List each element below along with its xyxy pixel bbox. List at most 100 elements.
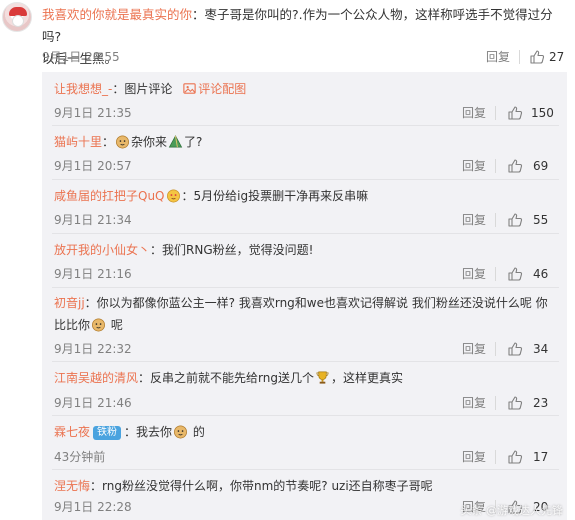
fan-badge: 铁粉 xyxy=(93,426,122,440)
like-count: 34 xyxy=(533,342,549,356)
thumbs-up-icon[interactable] xyxy=(507,266,523,282)
sub-comment: 猫屿十里： 杂你来 了? 9月1日 20:57 回复 69 xyxy=(42,126,567,176)
sub-comment-text: 咸鱼届的扛把子QuQ ：5月份给ig投票删干净再来反串嘛 xyxy=(54,186,368,206)
sub-comment-time: 9月1日 21:16 xyxy=(54,267,132,281)
sub-comment-text: 江南吴越的清风：反串之前就不能先给rng送几个 ，这样更真实 xyxy=(54,368,403,388)
sub-comment-username[interactable]: 江南吴越的清风 xyxy=(54,371,138,385)
divider xyxy=(495,396,496,410)
trophy-emoji-icon xyxy=(316,371,329,384)
main-like-count: 27 xyxy=(549,50,565,64)
sub-comment-body: ：你以为都像你蓝公主一样? 我喜欢rng和we也喜欢记得解说 我们粉丝还没说什么… xyxy=(84,296,548,310)
sub-comment-text: 霖七夜 铁粉 ：我去你 的 xyxy=(54,422,205,442)
sub-comment-username[interactable]: 咸鱼届的扛把子QuQ xyxy=(54,189,165,203)
thumbs-up-icon[interactable] xyxy=(507,158,523,174)
sub-comment-time: 9月1日 21:34 xyxy=(54,213,132,227)
thumbs-up-icon[interactable] xyxy=(507,105,523,121)
image-comment-link[interactable]: 评论配图 xyxy=(198,82,246,96)
sub-comment: 咸鱼届的扛把子QuQ ：5月份给ig投票删干净再来反串嘛 9月1日 21:34 回… xyxy=(42,180,567,230)
sub-comment-body-mid: 杂你来 xyxy=(131,135,168,149)
sub-comment-body: ： xyxy=(102,135,115,149)
sub-comment-meta: 9月1日 20:57 回复 69 xyxy=(42,156,567,176)
reply-button[interactable]: 回复 xyxy=(462,210,486,230)
thumbs-up-icon[interactable] xyxy=(507,395,523,411)
thumbs-up-icon[interactable] xyxy=(529,49,545,65)
sub-comment-body-line2: 比比你 xyxy=(54,318,91,332)
like-count: 150 xyxy=(531,106,554,120)
sub-comment-body: ：5月份给ig投票删干净再来反串嘛 xyxy=(181,189,369,203)
sub-comment: 霖七夜 铁粉 ：我去你 的 43分钟前 回复 17 xyxy=(42,416,567,466)
doge-emoji-icon xyxy=(92,318,105,332)
sub-comment: 江南吴越的清风：反串之前就不能先给rng送几个 ，这样更真实 9月1日 21:46… xyxy=(42,362,567,412)
avatar-face xyxy=(12,15,24,27)
sub-comment-time: 9月1日 21:46 xyxy=(54,396,132,410)
reply-button[interactable]: 回复 xyxy=(462,156,486,176)
cute-face-emoji-icon xyxy=(166,189,180,203)
user-avatar[interactable] xyxy=(2,2,32,32)
sub-comment-body-end: 了? xyxy=(184,135,203,149)
sub-comment-username[interactable]: 放开我的小仙女丶 xyxy=(54,243,150,257)
divider xyxy=(495,159,496,173)
divider xyxy=(495,342,496,356)
divider xyxy=(495,450,496,464)
pyramid-emoji-icon xyxy=(168,135,183,148)
sub-comment-text: 涅无悔：rng粉丝没觉得什么啊，你带nm的节奏呢? uzi还自称枣子哥呢 xyxy=(54,476,433,496)
reply-button[interactable]: 回复 xyxy=(462,264,486,284)
main-comment-username[interactable]: 我喜欢的你就是最真实的你 xyxy=(42,7,192,22)
main-comment: 我喜欢的你就是最真实的你：枣子哥是你叫的?.作为一个公众人物，这样称呼选手不觉得… xyxy=(0,0,575,72)
sub-comment: 放开我的小仙女丶：我们RNG粉丝，觉得没问题! 9月1日 21:16 回复 46 xyxy=(42,234,567,284)
sub-comment-time: 9月1日 20:57 xyxy=(54,159,132,173)
like-count: 23 xyxy=(533,396,549,410)
reply-button[interactable]: 回复 xyxy=(462,393,486,413)
sub-comment-meta: 9月1日 21:35 回复 150 xyxy=(42,103,567,123)
main-comment-time: 9月1日 20:55 xyxy=(42,50,120,64)
sub-comment-text: 放开我的小仙女丶：我们RNG粉丝，觉得没问题! xyxy=(54,240,313,260)
thumbs-up-icon[interactable] xyxy=(507,212,523,228)
divider xyxy=(495,267,496,281)
divider xyxy=(495,213,496,227)
sub-comment-meta: 9月1日 21:34 回复 55 xyxy=(42,210,567,230)
sub-comment-time: 9月1日 22:32 xyxy=(54,342,132,356)
sub-comment-username[interactable]: 初音jj xyxy=(54,296,85,310)
sub-comment-body: ：rng粉丝没觉得什么啊，你带nm的节奏呢? uzi还自称枣子哥呢 xyxy=(90,479,433,493)
sub-comment-meta: 43分钟前 回复 17 xyxy=(42,447,567,467)
sub-comment-meta: 9月1日 21:46 回复 23 xyxy=(42,393,567,413)
sub-comment-panel: 让我想想_-：图片评论 评论配图 9月1日 21:35 回复 150 猫屿十里：… xyxy=(42,72,567,520)
sub-comment-body: ：反串之前就不能先给rng送几个 xyxy=(138,371,314,385)
reply-button[interactable]: 回复 xyxy=(462,339,486,359)
sub-comment-meta: 9月1日 21:16 回复 46 xyxy=(42,264,567,284)
doge-emoji-icon xyxy=(174,425,187,439)
sub-comment-username[interactable]: 让我想想_- xyxy=(54,82,112,96)
sub-comment-time: 43分钟前 xyxy=(54,450,106,464)
divider xyxy=(495,106,496,120)
watermark: 头条 @游戏达人先锋 xyxy=(460,504,564,517)
sub-comment-meta: 9月1日 22:32 回复 34 xyxy=(42,339,567,359)
sub-comment-body-end: ，这样更真实 xyxy=(330,371,403,385)
sub-comment-body: ：图片评论 xyxy=(112,82,173,96)
sub-comment-body-end: 的 xyxy=(192,425,205,439)
picture-icon xyxy=(183,83,196,94)
sub-comment-time: 9月1日 21:35 xyxy=(54,106,132,120)
sub-comment-text: 让我想想_-：图片评论 评论配图 xyxy=(54,79,246,99)
thumbs-up-icon[interactable] xyxy=(507,341,523,357)
reply-button[interactable]: 回复 xyxy=(462,103,486,123)
sub-comment: 初音jj：你以为都像你蓝公主一样? 我喜欢rng和we也喜欢记得解说 我们粉丝还… xyxy=(42,288,567,360)
reply-button[interactable]: 回复 xyxy=(462,447,486,467)
sub-comment: 让我想想_-：图片评论 评论配图 9月1日 21:35 回复 150 xyxy=(42,72,567,122)
sub-comment-body: ：我去你 xyxy=(124,425,173,439)
sub-comment-body-end: 呢 xyxy=(110,318,123,332)
sub-comment-time: 9月1日 22:28 xyxy=(54,500,132,514)
like-count: 46 xyxy=(533,267,549,281)
like-count: 55 xyxy=(533,213,549,227)
main-comment-meta: 9月1日 20:55 回复 27 xyxy=(0,47,575,67)
sub-comment: 涅无悔：rng粉丝没觉得什么啊，你带nm的节奏呢? uzi还自称枣子哥呢 9月1… xyxy=(42,470,567,520)
sub-comment-username[interactable]: 猫屿十里 xyxy=(54,135,102,149)
sub-comment-username[interactable]: 霖七夜 xyxy=(54,425,90,439)
sub-comment-body: ：我们RNG粉丝，觉得没问题! xyxy=(150,243,314,257)
sub-comment-text: 猫屿十里： 杂你来 了? xyxy=(54,132,202,152)
sub-comment-username[interactable]: 涅无悔 xyxy=(54,479,90,493)
thumbs-up-icon[interactable] xyxy=(507,449,523,465)
like-count: 17 xyxy=(533,450,549,464)
sub-comment-text: 初音jj：你以为都像你蓝公主一样? 我喜欢rng和we也喜欢记得解说 我们粉丝还… xyxy=(54,292,554,336)
main-reply-button[interactable]: 回复 xyxy=(486,47,510,67)
divider xyxy=(519,50,520,64)
